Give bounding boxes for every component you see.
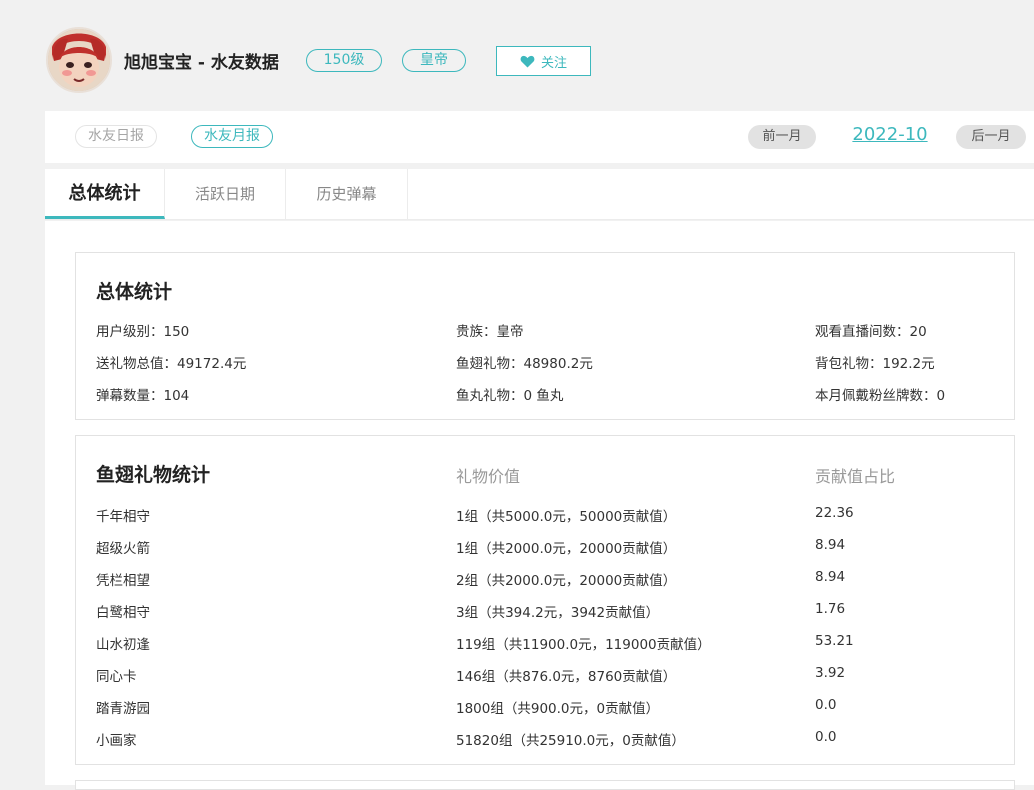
stat-fan-badges: 本月佩戴粉丝牌数：0 [815,388,946,404]
stat-backpack-gifts: 背包礼物：192.2元 [815,356,935,372]
gift-ratio: 3.92 [815,665,846,681]
report-bar: 水友日报 水友月报 前一月 2022-10 后一月 [45,111,1034,163]
main-tabs: 总体统计 活跃日期 历史弹幕 [45,169,1034,220]
overall-stats-title: 总体统计 [96,281,173,303]
follow-button[interactable]: 关注 [496,46,591,76]
stat-noble: 贵族：皇帝 [456,324,524,340]
heart-icon [520,55,535,68]
overall-stats-card: 总体统计 用户级别：150 贵族：皇帝 观看直播间数：20 送礼物总值：4917… [75,252,1015,420]
table-row: 白鹭相守 3组（共394.2元，3942贡献值） 1.76 [76,601,1014,633]
stat-fin-gifts: 鱼翅礼物：48980.2元 [456,356,593,372]
table-row: 小画家 51820组（共25910.0元，0贡献值） 0.0 [76,729,1014,761]
next-month-button[interactable]: 后一月 [956,125,1026,149]
gift-ratio: 22.36 [815,505,854,521]
gift-ratio: 0.0 [815,697,837,713]
table-row: 超级火箭 1组（共2000.0元，20000贡献值） 8.94 [76,537,1014,569]
level-badge: 150级 [306,49,382,72]
gift-name: 小画家 [96,733,137,749]
col-header-gift-value: 礼物价值 [456,467,521,486]
daily-report-tab[interactable]: 水友日报 [75,125,157,148]
stat-rooms-watched: 观看直播间数：20 [815,324,927,340]
gift-name: 凭栏相望 [96,573,150,589]
table-row: 凭栏相望 2组（共2000.0元，20000贡献值） 8.94 [76,569,1014,601]
gift-value: 1组（共5000.0元，50000贡献值） [456,509,677,525]
stat-user-level: 用户级别：150 [96,324,190,340]
table-row: 千年相守 1组（共5000.0元，50000贡献值） 22.36 [76,505,1014,537]
gift-name: 踏青游园 [96,701,150,717]
gift-ratio: 0.0 [815,729,837,745]
col-header-contribution-ratio: 贡献值占比 [815,467,896,486]
gift-value: 146组（共876.0元，8760贡献值） [456,669,677,685]
gift-ratio: 1.76 [815,601,846,617]
table-row: 同心卡 146组（共876.0元，8760贡献值） 3.92 [76,665,1014,697]
tab-overall-stats[interactable]: 总体统计 [45,169,165,219]
gift-value: 2组（共2000.0元，20000贡献值） [456,573,677,589]
tab-active-dates[interactable]: 活跃日期 [165,169,286,219]
gift-name: 白鹭相守 [96,605,150,621]
fin-gifts-title: 鱼翅礼物统计 [96,464,211,486]
gift-ratio: 53.21 [815,633,854,649]
current-month-link[interactable]: 2022-10 [835,124,945,145]
monthly-report-tab[interactable]: 水友月报 [191,125,273,148]
gift-name: 千年相守 [96,509,150,525]
noble-badge: 皇帝 [402,49,466,72]
prev-month-button[interactable]: 前一月 [748,125,816,149]
table-row: 踏青游园 1800组（共900.0元，0贡献值） 0.0 [76,697,1014,729]
avatar[interactable] [46,27,112,93]
next-card [75,780,1015,790]
gift-ratio: 8.94 [815,569,846,585]
gift-name: 同心卡 [96,669,137,685]
tab-history-danmaku[interactable]: 历史弹幕 [286,169,408,219]
gift-value: 3组（共394.2元，3942贡献值） [456,605,660,621]
gift-name: 山水初逢 [96,637,150,653]
stat-fishball-gifts: 鱼丸礼物：0 鱼丸 [456,388,564,404]
content-panel: 总体统计 用户级别：150 贵族：皇帝 观看直播间数：20 送礼物总值：4917… [45,221,1034,790]
avatar-image [48,29,110,91]
stat-total-gift-value: 送礼物总值：49172.4元 [96,356,247,372]
gift-value: 119组（共11900.0元，119000贡献值） [456,637,711,653]
profile-header: 旭旭宝宝 - 水友数据 150级 皇帝 关注 [0,0,1034,110]
fin-gifts-card: 鱼翅礼物统计 礼物价值 贡献值占比 千年相守 1组（共5000.0元，50000… [75,435,1015,765]
stat-danmaku-count: 弹幕数量：104 [96,388,190,404]
gift-ratio: 8.94 [815,537,846,553]
page-title: 旭旭宝宝 - 水友数据 [124,53,279,73]
gift-value: 1800组（共900.0元，0贡献值） [456,701,660,717]
table-row: 山水初逢 119组（共11900.0元，119000贡献值） 53.21 [76,633,1014,665]
gift-name: 超级火箭 [96,541,150,557]
gift-value: 1组（共2000.0元，20000贡献值） [456,541,677,557]
gift-value: 51820组（共25910.0元，0贡献值） [456,733,685,749]
follow-label: 关注 [540,55,567,71]
